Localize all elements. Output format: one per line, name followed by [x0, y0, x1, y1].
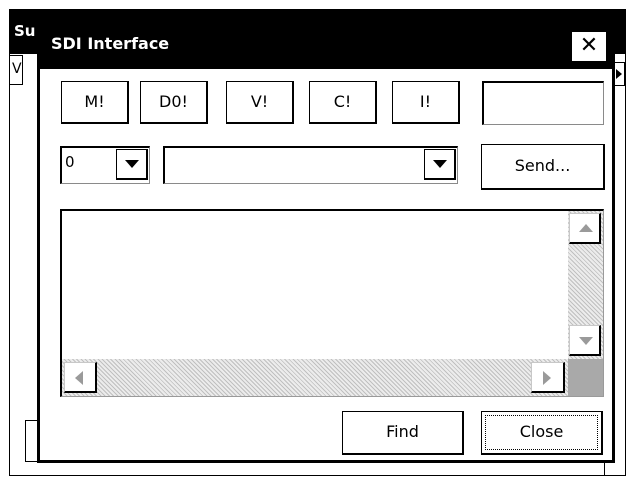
close-button[interactable]: Close [481, 411, 603, 455]
parent-tab[interactable]: V [9, 55, 23, 85]
scrollbar-corner [568, 359, 603, 396]
command-button-m-label: M! [84, 92, 105, 111]
dialog-titlebar: SDI Interface ✕ [40, 21, 612, 69]
find-button[interactable]: Find [342, 411, 464, 455]
arrow-left-icon[interactable] [64, 362, 97, 393]
parent-tab-label: V [12, 61, 22, 77]
arrow-right-icon[interactable] [531, 362, 565, 393]
command-button-i[interactable]: I! [392, 81, 460, 124]
response-field[interactable] [482, 81, 604, 125]
command-button-d0-label: D0! [159, 92, 188, 111]
chevron-down-icon[interactable] [424, 149, 456, 180]
dialog-title: SDI Interface [51, 34, 170, 53]
close-button-label: Close [519, 422, 564, 441]
close-icon[interactable]: ✕ [571, 31, 607, 62]
send-button-label: Send... [514, 156, 571, 175]
find-button-label: Find [386, 422, 419, 441]
command-select[interactable] [163, 146, 458, 184]
parent-window-title: Su [14, 22, 36, 40]
horizontal-scrollbar[interactable] [62, 359, 568, 396]
arrow-up-icon[interactable] [569, 213, 601, 244]
address-select[interactable]: 0 [60, 146, 150, 184]
output-pane[interactable] [60, 209, 604, 397]
command-button-d0[interactable]: D0! [140, 81, 208, 124]
address-select-value: 0 [65, 153, 75, 171]
arrow-down-icon[interactable] [569, 325, 601, 356]
command-button-c-label: C! [333, 92, 352, 111]
command-button-m[interactable]: M! [61, 81, 129, 124]
chevron-down-icon[interactable] [116, 149, 148, 180]
command-button-v[interactable]: V! [226, 81, 294, 124]
command-button-i-label: I! [419, 92, 432, 111]
sdi-interface-dialog: SDI Interface ✕ M! D0! V! C! I! 0 Send..… [37, 18, 615, 463]
command-button-c[interactable]: C! [309, 81, 377, 124]
send-button[interactable]: Send... [481, 144, 605, 190]
command-button-v-label: V! [250, 92, 269, 111]
